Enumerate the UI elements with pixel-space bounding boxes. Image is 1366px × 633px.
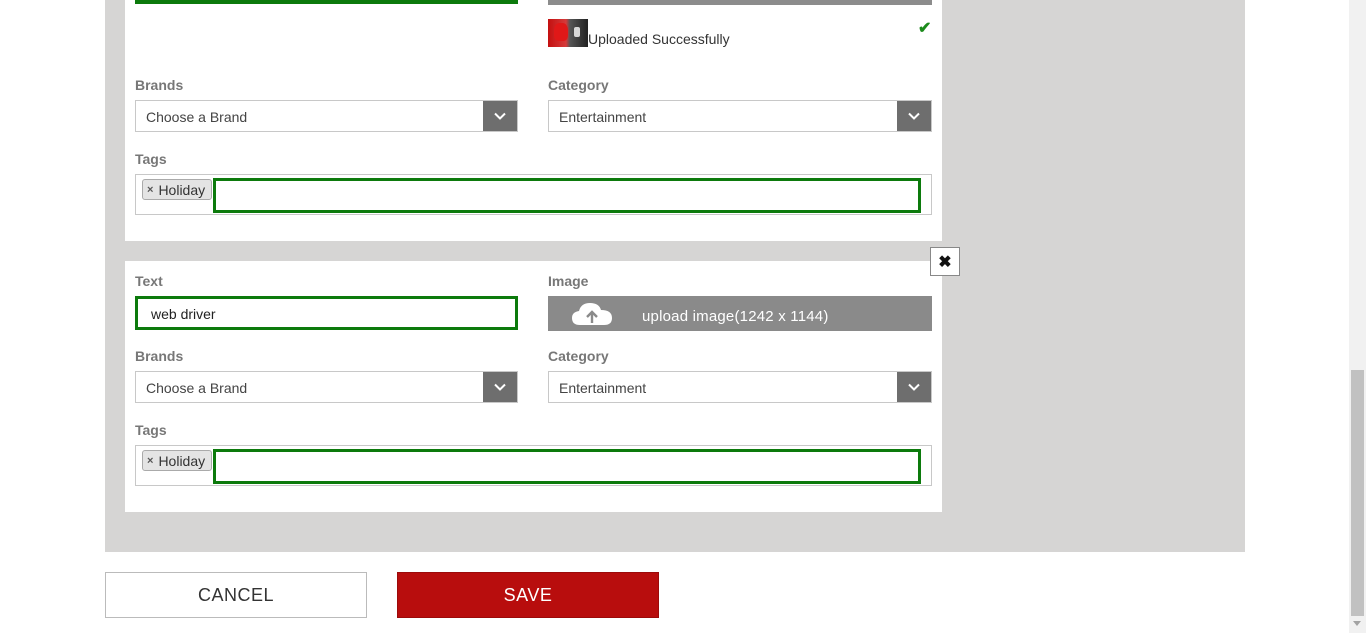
save-button[interactable]: SAVE <box>397 572 659 618</box>
upload-image-label: upload image(1242 x 1144) <box>642 308 829 325</box>
brand-select-value: Choose a Brand <box>146 380 248 396</box>
tag-chip: × Holiday <box>142 450 213 471</box>
text-input[interactable]: web driver <box>135 296 518 330</box>
cancel-button[interactable]: CANCEL <box>105 572 367 618</box>
tags-label: Tags <box>135 151 167 167</box>
brand-select[interactable]: Choose a Brand <box>135 100 518 132</box>
items-panel: Uploaded Successfully ✔ Brands Choose a … <box>105 0 1245 552</box>
tags-field[interactable]: × Holiday <box>135 445 932 486</box>
tags-field[interactable]: × Holiday <box>135 174 932 215</box>
brands-label: Brands <box>135 77 184 93</box>
category-select-value: Entertainment <box>559 380 647 396</box>
category-select-value: Entertainment <box>559 109 647 125</box>
category-select[interactable]: Entertainment <box>548 371 932 403</box>
scroll-down-arrow-icon[interactable] <box>1353 621 1361 626</box>
text-input-border-fragment[interactable] <box>135 0 518 4</box>
text-label: Text <box>135 273 163 289</box>
brand-select[interactable]: Choose a Brand <box>135 371 518 403</box>
upload-button-fragment[interactable] <box>548 0 932 5</box>
vertical-scrollbar[interactable] <box>1349 0 1366 633</box>
item-card-2: Text web driver Image upload image(1242 … <box>125 261 942 512</box>
cloud-upload-icon <box>572 303 612 325</box>
tag-chip-label: Holiday <box>158 181 206 198</box>
tag-chip: × Holiday <box>142 179 213 200</box>
check-icon: ✔ <box>918 20 932 37</box>
image-label: Image <box>548 273 589 289</box>
chevron-down-icon[interactable] <box>897 372 931 402</box>
uploaded-image-thumbnail <box>548 19 588 47</box>
chevron-down-icon[interactable] <box>483 372 517 402</box>
chevron-down-icon[interactable] <box>483 101 517 131</box>
tag-chip-label: Holiday <box>158 452 206 469</box>
scrollbar-thumb[interactable] <box>1351 370 1364 616</box>
remove-tag-icon[interactable]: × <box>147 184 153 196</box>
tag-input[interactable] <box>213 178 921 213</box>
brand-select-value: Choose a Brand <box>146 109 248 125</box>
tag-input[interactable] <box>213 449 921 484</box>
category-select[interactable]: Entertainment <box>548 100 932 132</box>
tags-label: Tags <box>135 422 167 438</box>
brands-label: Brands <box>135 348 184 364</box>
upload-image-button[interactable]: upload image(1242 x 1144) <box>548 296 932 331</box>
close-icon[interactable]: ✖ <box>930 247 960 276</box>
upload-status-text: Uploaded Successfully <box>588 31 730 47</box>
category-label: Category <box>548 348 609 364</box>
chevron-down-icon[interactable] <box>897 101 931 131</box>
category-label: Category <box>548 77 609 93</box>
item-card-1: Uploaded Successfully ✔ Brands Choose a … <box>125 0 942 241</box>
remove-tag-icon[interactable]: × <box>147 455 153 467</box>
